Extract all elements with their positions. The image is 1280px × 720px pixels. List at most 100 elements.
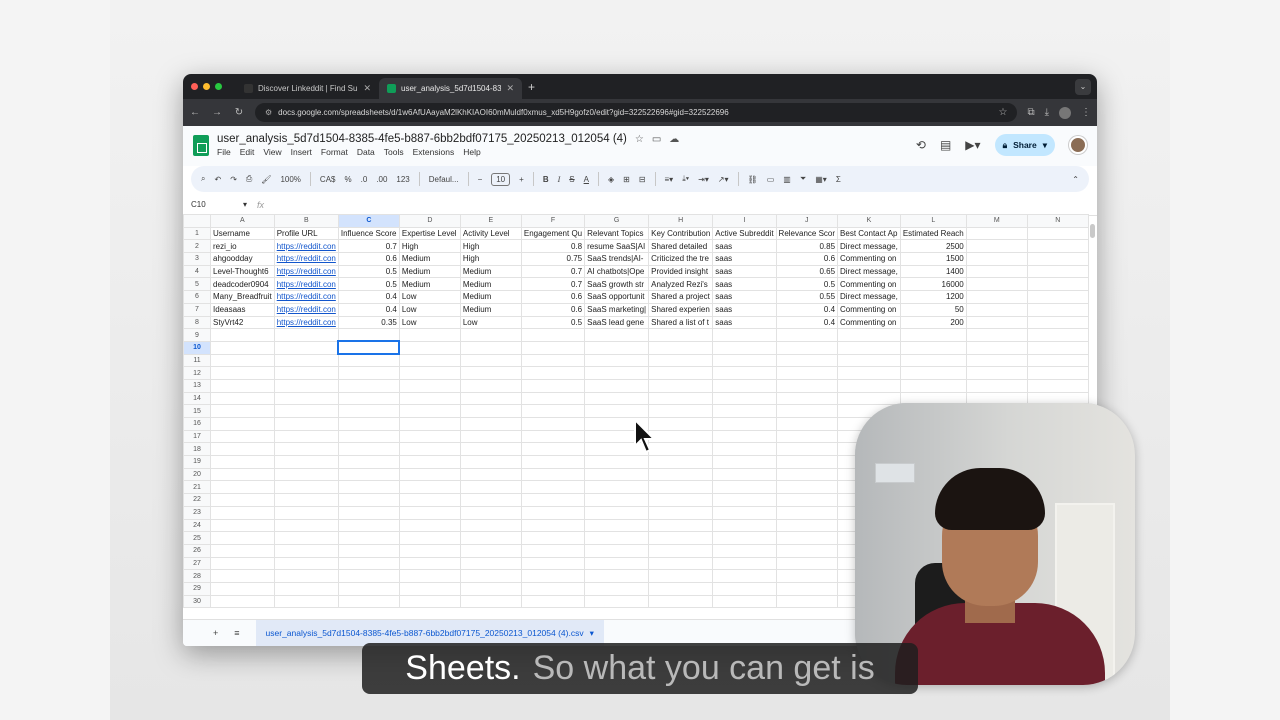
close-icon[interactable]: ✕ bbox=[506, 83, 514, 94]
cell[interactable] bbox=[648, 581, 714, 596]
cell[interactable] bbox=[210, 531, 275, 545]
cell[interactable] bbox=[648, 569, 714, 583]
cell[interactable]: Key Contribution bbox=[648, 226, 714, 241]
column-header[interactable]: B bbox=[273, 214, 339, 228]
cell[interactable]: Medium bbox=[398, 277, 461, 292]
comments-icon[interactable]: ▤ bbox=[940, 138, 951, 152]
cell[interactable] bbox=[1026, 264, 1089, 279]
collapse-toolbar-icon[interactable]: ⌃ bbox=[1072, 175, 1079, 184]
cell[interactable] bbox=[712, 480, 777, 495]
fill-color-icon[interactable]: ◈ bbox=[608, 175, 614, 184]
cell[interactable] bbox=[210, 467, 275, 482]
menu-file[interactable]: File bbox=[217, 147, 231, 157]
cell[interactable] bbox=[712, 556, 777, 571]
insert-comment-icon[interactable]: ▭ bbox=[767, 175, 775, 184]
row-header[interactable]: 15 bbox=[183, 404, 211, 418]
cell[interactable] bbox=[520, 455, 586, 469]
filter-icon[interactable]: ⏷ bbox=[800, 174, 806, 184]
cell[interactable] bbox=[337, 378, 400, 393]
close-icon[interactable]: ✕ bbox=[363, 83, 371, 94]
column-header[interactable]: C bbox=[337, 214, 400, 228]
cell[interactable] bbox=[337, 556, 400, 571]
strikethrough-button[interactable]: S bbox=[569, 175, 574, 184]
cell[interactable] bbox=[520, 404, 586, 418]
cell[interactable] bbox=[712, 455, 777, 469]
cell[interactable] bbox=[648, 493, 714, 507]
cell[interactable] bbox=[459, 455, 522, 469]
cell[interactable] bbox=[398, 581, 461, 596]
cell[interactable] bbox=[273, 391, 339, 406]
cell[interactable] bbox=[398, 378, 461, 393]
row-header[interactable]: 22 bbox=[183, 493, 211, 507]
cell[interactable] bbox=[965, 239, 1028, 254]
cell[interactable] bbox=[210, 594, 275, 609]
increase-decimal-button[interactable]: .00 bbox=[376, 175, 387, 184]
cell[interactable] bbox=[1026, 328, 1089, 342]
row-header[interactable]: 17 bbox=[183, 429, 211, 444]
text-rotation-icon[interactable]: ↗▾ bbox=[718, 175, 729, 184]
cell[interactable]: 0.8 bbox=[520, 239, 586, 254]
cell[interactable] bbox=[273, 366, 339, 380]
cell[interactable]: Username bbox=[210, 226, 275, 241]
cell[interactable] bbox=[273, 493, 339, 507]
cell[interactable] bbox=[459, 543, 522, 558]
merge-cells-icon[interactable]: ⊟ bbox=[639, 175, 646, 184]
cell[interactable] bbox=[398, 493, 461, 507]
cell[interactable] bbox=[648, 353, 714, 368]
cell[interactable]: https://reddit.con bbox=[273, 290, 339, 304]
paint-format-icon[interactable]: 🖌︎ bbox=[261, 175, 271, 184]
row-header[interactable]: 4 bbox=[183, 264, 211, 279]
cell[interactable] bbox=[273, 328, 339, 342]
cell[interactable] bbox=[273, 531, 339, 545]
cell[interactable] bbox=[775, 518, 839, 533]
column-header[interactable]: E bbox=[459, 214, 522, 228]
document-title[interactable]: user_analysis_5d7d1504-8385-4fe5-b887-6b… bbox=[217, 133, 627, 145]
cell[interactable]: SaaS marketing| bbox=[584, 302, 650, 317]
sheets-logo-icon[interactable] bbox=[193, 135, 209, 156]
cell[interactable] bbox=[520, 340, 586, 355]
cell[interactable]: Active Subreddit bbox=[712, 226, 777, 241]
cell[interactable] bbox=[712, 505, 777, 520]
cell[interactable] bbox=[775, 505, 839, 520]
cell[interactable] bbox=[398, 340, 461, 355]
cell[interactable]: SaaS opportunit bbox=[584, 290, 650, 304]
text-wrapping-icon[interactable]: ⇥▾ bbox=[698, 175, 709, 184]
cell[interactable] bbox=[210, 505, 275, 520]
cell[interactable] bbox=[712, 518, 777, 533]
bookmark-star-icon[interactable]: ☆ bbox=[998, 107, 1007, 118]
cell[interactable] bbox=[337, 480, 400, 495]
cell[interactable]: 0.7 bbox=[520, 277, 586, 292]
cell[interactable] bbox=[398, 467, 461, 482]
cell[interactable]: Shared experien bbox=[648, 302, 714, 317]
cell[interactable] bbox=[965, 252, 1028, 266]
cell[interactable]: 0.5 bbox=[775, 277, 839, 292]
cell[interactable] bbox=[520, 417, 586, 431]
close-window-button[interactable] bbox=[191, 83, 198, 90]
cell[interactable] bbox=[965, 302, 1028, 317]
new-tab-icon[interactable]: + bbox=[528, 80, 535, 94]
filter-views-icon[interactable]: ▦▾ bbox=[815, 175, 827, 184]
cell[interactable] bbox=[965, 340, 1028, 355]
cell[interactable]: SaaS lead gene bbox=[584, 315, 650, 330]
cell[interactable]: Activity Level bbox=[459, 226, 522, 241]
cell[interactable] bbox=[210, 569, 275, 583]
cell[interactable]: Medium bbox=[398, 264, 461, 279]
cell[interactable] bbox=[210, 442, 275, 457]
cell[interactable] bbox=[520, 505, 586, 520]
cell[interactable] bbox=[1026, 290, 1089, 304]
font-family-select[interactable]: Defaul... bbox=[429, 175, 459, 184]
bold-button[interactable]: B bbox=[543, 175, 549, 184]
cell[interactable] bbox=[210, 581, 275, 596]
cell[interactable] bbox=[210, 543, 275, 558]
cell[interactable] bbox=[712, 353, 777, 368]
cell[interactable] bbox=[520, 467, 586, 482]
select-all-corner[interactable] bbox=[183, 214, 211, 228]
cell[interactable] bbox=[1026, 239, 1089, 254]
cell[interactable] bbox=[459, 505, 522, 520]
cell[interactable] bbox=[899, 328, 967, 342]
cell[interactable] bbox=[648, 328, 714, 342]
cell[interactable] bbox=[398, 455, 461, 469]
cell[interactable] bbox=[398, 429, 461, 444]
font-size-decrease-icon[interactable]: − bbox=[478, 175, 483, 184]
column-header[interactable]: F bbox=[520, 214, 586, 228]
